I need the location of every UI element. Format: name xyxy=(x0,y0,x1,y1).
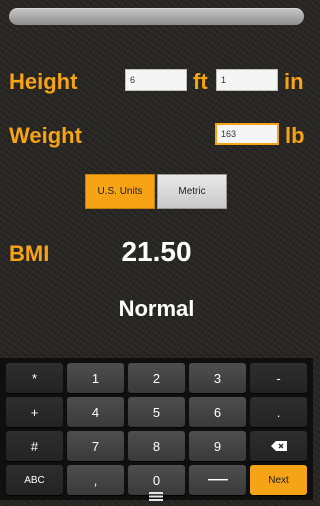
height-feet-unit: ft xyxy=(193,69,208,94)
us-units-button[interactable]: U.S. Units xyxy=(85,174,155,209)
key-star[interactable]: * xyxy=(6,363,63,393)
key-space[interactable] xyxy=(189,465,246,495)
bmi-category: Normal xyxy=(118,296,195,321)
key-1[interactable]: 1 xyxy=(67,363,124,393)
key-6[interactable]: 6 xyxy=(189,397,246,427)
metric-button[interactable]: Metric xyxy=(157,174,227,209)
weight-input[interactable] xyxy=(215,123,279,145)
key-7[interactable]: 7 xyxy=(67,431,124,461)
weight-unit: lb xyxy=(285,123,305,148)
key-comma[interactable]: , xyxy=(67,465,124,495)
key-minus[interactable]: - xyxy=(250,363,307,393)
numeric-keyboard: * 1 2 3 - + 4 5 6 . # 7 8 9 ABC , 0 Next xyxy=(0,358,313,500)
key-next[interactable]: Next xyxy=(250,465,307,495)
space-bar-icon xyxy=(207,479,228,481)
key-2[interactable]: 2 xyxy=(128,363,185,393)
key-4[interactable]: 4 xyxy=(67,397,124,427)
key-period[interactable]: . xyxy=(250,397,307,427)
backspace-icon xyxy=(270,441,287,451)
key-backspace[interactable] xyxy=(250,431,307,461)
height-inches-input[interactable] xyxy=(216,69,278,91)
height-feet-input[interactable] xyxy=(125,69,187,91)
weight-label: Weight xyxy=(9,123,82,148)
height-label: Height xyxy=(9,69,78,94)
nav-handle-icon[interactable] xyxy=(148,488,164,501)
top-title-bar xyxy=(9,8,304,25)
key-9[interactable]: 9 xyxy=(189,431,246,461)
key-3[interactable]: 3 xyxy=(189,363,246,393)
key-abc[interactable]: ABC xyxy=(6,465,63,495)
bmi-label: BMI xyxy=(9,241,50,266)
key-8[interactable]: 8 xyxy=(128,431,185,461)
bmi-value: 21.50 xyxy=(121,236,192,267)
height-inches-unit: in xyxy=(284,69,304,94)
key-plus[interactable]: + xyxy=(6,397,63,427)
key-hash[interactable]: # xyxy=(6,431,63,461)
key-5[interactable]: 5 xyxy=(128,397,185,427)
